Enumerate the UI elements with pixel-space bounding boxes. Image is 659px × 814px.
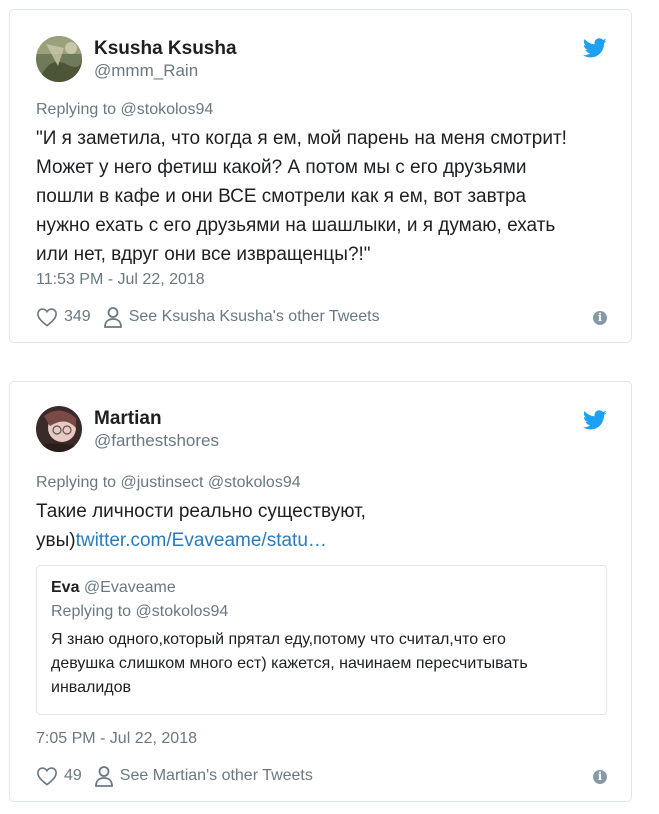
quoted-text-line: девушка слишком много ест) кажется, начи… — [51, 655, 528, 672]
quoted-author: Eva @Evaveame — [51, 579, 176, 597]
see-other-tweets-label: See Ksusha Ksusha's other Tweets — [128, 308, 380, 325]
replying-to: Replying to @justinsect @stokolos94 — [36, 474, 301, 492]
like-button[interactable]: 349 — [36, 307, 91, 327]
like-button[interactable]: 49 — [36, 766, 82, 786]
tweet-text-line: увы) — [36, 530, 76, 551]
quoted-replying-label: Replying to — [51, 603, 132, 620]
tweet-text-line: пошли в кафе и они ВСЕ смотрели как я ем… — [36, 186, 527, 207]
tweet-card: Ksusha Ksusha @mmm_Rain Replying to @sto… — [9, 9, 632, 343]
avatar[interactable] — [36, 36, 82, 82]
quoted-replying-to: Replying to @stokolos94 — [51, 603, 228, 621]
author-name[interactable]: Ksusha Ksusha — [94, 38, 237, 60]
see-other-tweets-link[interactable]: See Martian's other Tweets — [94, 765, 313, 787]
tweet-text-line: нужно ехать с его друзьями на шашлыки, и… — [36, 215, 556, 236]
tweet-text: Такие личности реально существуют, увы)t… — [36, 497, 366, 555]
heart-icon — [37, 308, 57, 327]
quoted-tweet[interactable]: Eva @Evaveame Replying to @stokolos94 Я … — [36, 565, 607, 715]
tweet-text-line: Такие личности реально существуют, — [36, 501, 366, 522]
replying-to: Replying to @stokolos94 — [36, 101, 213, 119]
twitter-bird-icon[interactable] — [582, 36, 607, 60]
tweet-text-line: Может у него фетиш какой? А потом мы с е… — [36, 157, 527, 178]
tweet-card: Martian @farthestshores Replying to @jus… — [9, 381, 632, 802]
reply-mention[interactable]: @stokolos94 — [121, 101, 214, 118]
see-other-tweets-link[interactable]: See Ksusha Ksusha's other Tweets — [103, 306, 380, 328]
person-icon — [94, 766, 113, 787]
like-count: 49 — [64, 767, 82, 784]
tweet-actions: 49 See Martian's other Tweets — [36, 765, 313, 787]
tweet-timestamp[interactable]: 11:53 PM - Jul 22, 2018 — [36, 271, 205, 289]
author-handle[interactable]: @farthestshores — [94, 431, 219, 451]
person-icon — [103, 307, 122, 328]
like-count: 349 — [64, 308, 91, 325]
tweet-text-line: или нет, вдруг они все извращенцы?!" — [36, 244, 371, 265]
quoted-reply-mention: @stokolos94 — [135, 603, 229, 620]
replying-to-label: Replying to — [36, 474, 117, 491]
info-icon[interactable]: i — [593, 770, 607, 784]
author-name[interactable]: Martian — [94, 408, 162, 430]
quoted-author-handle: @Evaveame — [83, 579, 176, 596]
quoted-tweet-text: Я знаю одного,который прятал еду,потому … — [51, 628, 596, 700]
tweet-text: "И я заметила, что когда я ем, мой парен… — [36, 124, 567, 269]
reply-mention[interactable]: @justinsect @stokolos94 — [121, 474, 301, 491]
twitter-bird-icon[interactable] — [582, 408, 607, 432]
heart-icon — [37, 767, 57, 786]
author-handle[interactable]: @mmm_Rain — [94, 61, 198, 81]
quoted-text-line: Я знаю одного,который прятал еду,потому … — [51, 631, 506, 648]
avatar[interactable] — [36, 406, 82, 452]
quoted-text-line: инвалидов — [51, 679, 131, 696]
quoted-author-name: Eva — [51, 579, 80, 596]
tweet-actions: 349 See Ksusha Ksusha's other Tweets — [36, 306, 380, 328]
see-other-tweets-label: See Martian's other Tweets — [119, 767, 313, 784]
tweet-timestamp[interactable]: 7:05 PM - Jul 22, 2018 — [36, 730, 197, 748]
tweet-text-line: "И я заметила, что когда я ем, мой парен… — [36, 128, 567, 149]
replying-to-label: Replying to — [36, 101, 117, 118]
info-icon[interactable]: i — [593, 311, 607, 325]
quoted-tweet-link[interactable]: twitter.com/Evaveame/statu… — [76, 530, 327, 551]
